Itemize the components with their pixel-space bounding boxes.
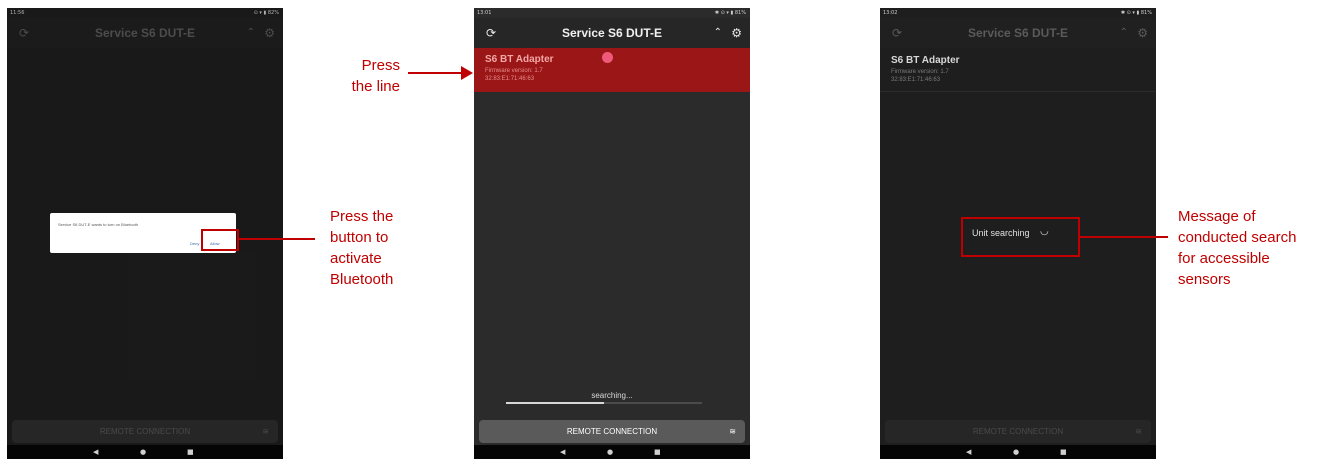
- recent-apps-icon[interactable]: ■: [654, 445, 661, 459]
- navigation-bar: ◀ ● ■: [474, 445, 750, 459]
- recent-apps-icon[interactable]: ■: [187, 445, 194, 459]
- deny-button[interactable]: Deny: [190, 241, 199, 246]
- status-bar: 13:02 ✱ ⊙ ▾ ▮ 81%: [880, 8, 1156, 18]
- touch-indicator: [602, 52, 613, 63]
- device-mac: 32:83:E1:71:46:63: [485, 76, 535, 82]
- gear-icon[interactable]: ⚙: [1137, 18, 1148, 48]
- status-indicators: ✱ ⊙ ▾ ▮ 81%: [714, 10, 746, 16]
- navigation-bar: ◀ ● ■: [880, 445, 1156, 459]
- remote-connection-label: REMOTE CONNECTION: [566, 427, 658, 436]
- annotation-line: activate: [330, 250, 382, 267]
- status-bar: 13:01 ✱ ⊙ ▾ ▮ 81%: [474, 8, 750, 18]
- search-progress-bar: [506, 402, 702, 404]
- wifi-icon: ≋: [1135, 427, 1142, 436]
- remote-connection-button[interactable]: REMOTE CONNECTION ≋: [12, 420, 278, 443]
- device-name: S6 BT Adapter: [485, 54, 554, 65]
- navigation-bar: ◀ ● ■: [7, 445, 283, 459]
- back-icon[interactable]: ◀: [560, 445, 565, 459]
- app-bar: ⟳ Service S6 DUT-E ⌃ ⚙: [880, 18, 1156, 48]
- annotation-line: the line: [351, 78, 400, 95]
- app-title: Service S6 DUT-E: [561, 26, 663, 40]
- home-icon[interactable]: ●: [140, 445, 146, 459]
- recent-apps-icon[interactable]: ■: [1060, 445, 1067, 459]
- device-firmware: Firmware version: 1.7: [891, 69, 949, 75]
- press-line-arrow-shaft: [408, 72, 463, 74]
- annotation-line: button to: [330, 229, 389, 246]
- remote-connection-button[interactable]: REMOTE CONNECTION ≋: [479, 420, 745, 443]
- device-list-item[interactable]: S6 BT Adapter Firmware version: 1.7 32:8…: [474, 48, 750, 92]
- back-icon[interactable]: ◀: [966, 445, 971, 459]
- annotation-line: Message of: [1178, 208, 1256, 225]
- status-indicators: ✱ ⊙ ▾ ▮ 81%: [1120, 10, 1152, 16]
- phone-screen-bluetooth-request: 11:56 ⊙ ▾ ▮ 82% ⟳ Service S6 DUT-E ⌃ ⚙ S…: [7, 8, 283, 459]
- wifi-icon: ≋: [729, 427, 736, 436]
- chevron-up-icon[interactable]: ⌃: [714, 18, 722, 48]
- annotation-press-line: Press the line: [338, 55, 400, 97]
- press-line-arrow-head: [461, 66, 473, 80]
- dialog-message: Service S6 DUT-E wants to turn on Blueto…: [58, 222, 139, 227]
- remote-connection-label: REMOTE CONNECTION: [99, 427, 191, 436]
- remote-connection-label: REMOTE CONNECTION: [972, 427, 1064, 436]
- device-firmware: Firmware version: 1.7: [485, 68, 543, 74]
- status-time: 13:02: [883, 10, 898, 16]
- annotation-line: for accessible: [1178, 250, 1270, 267]
- chevron-up-icon[interactable]: ⌃: [1120, 18, 1128, 48]
- app-bar: ⟳ Service S6 DUT-E ⌃ ⚙: [474, 18, 750, 48]
- searching-status: searching...: [591, 391, 633, 400]
- back-icon[interactable]: ◀: [93, 445, 98, 459]
- device-name[interactable]: S6 BT Adapter: [891, 55, 960, 66]
- status-time: 13:01: [477, 10, 492, 16]
- unit-searching-pointer-line: [1080, 236, 1168, 238]
- allow-pointer-line: [239, 238, 315, 240]
- remote-connection-button[interactable]: REMOTE CONNECTION ≋: [885, 420, 1151, 443]
- annotation-search-message: Message of conducted search for accessib…: [1178, 206, 1296, 290]
- list-divider: [880, 91, 1156, 92]
- search-progress-fill: [506, 402, 604, 404]
- home-icon[interactable]: ●: [1013, 445, 1019, 459]
- home-icon[interactable]: ●: [607, 445, 613, 459]
- device-mac: 32:83:E1:71:46:63: [891, 77, 941, 83]
- unit-searching-highlight: [961, 217, 1080, 257]
- annotation-line: sensors: [1178, 271, 1231, 288]
- app-title: Service S6 DUT-E: [967, 26, 1069, 40]
- gear-icon[interactable]: ⚙: [731, 18, 742, 48]
- allow-button-highlight: [201, 229, 239, 251]
- annotation-line: conducted search: [1178, 229, 1297, 246]
- wifi-icon: ≋: [262, 427, 269, 436]
- annotation-line: Press the: [330, 208, 394, 225]
- annotation-line: Press: [361, 57, 400, 74]
- annotation-line: Bluetooth: [330, 271, 394, 288]
- phone-screen-device-list: 13:01 ✱ ⊙ ▾ ▮ 81% ⟳ Service S6 DUT-E ⌃ ⚙…: [474, 8, 750, 459]
- annotation-press-button: Press the button to activate Bluetooth: [330, 206, 393, 290]
